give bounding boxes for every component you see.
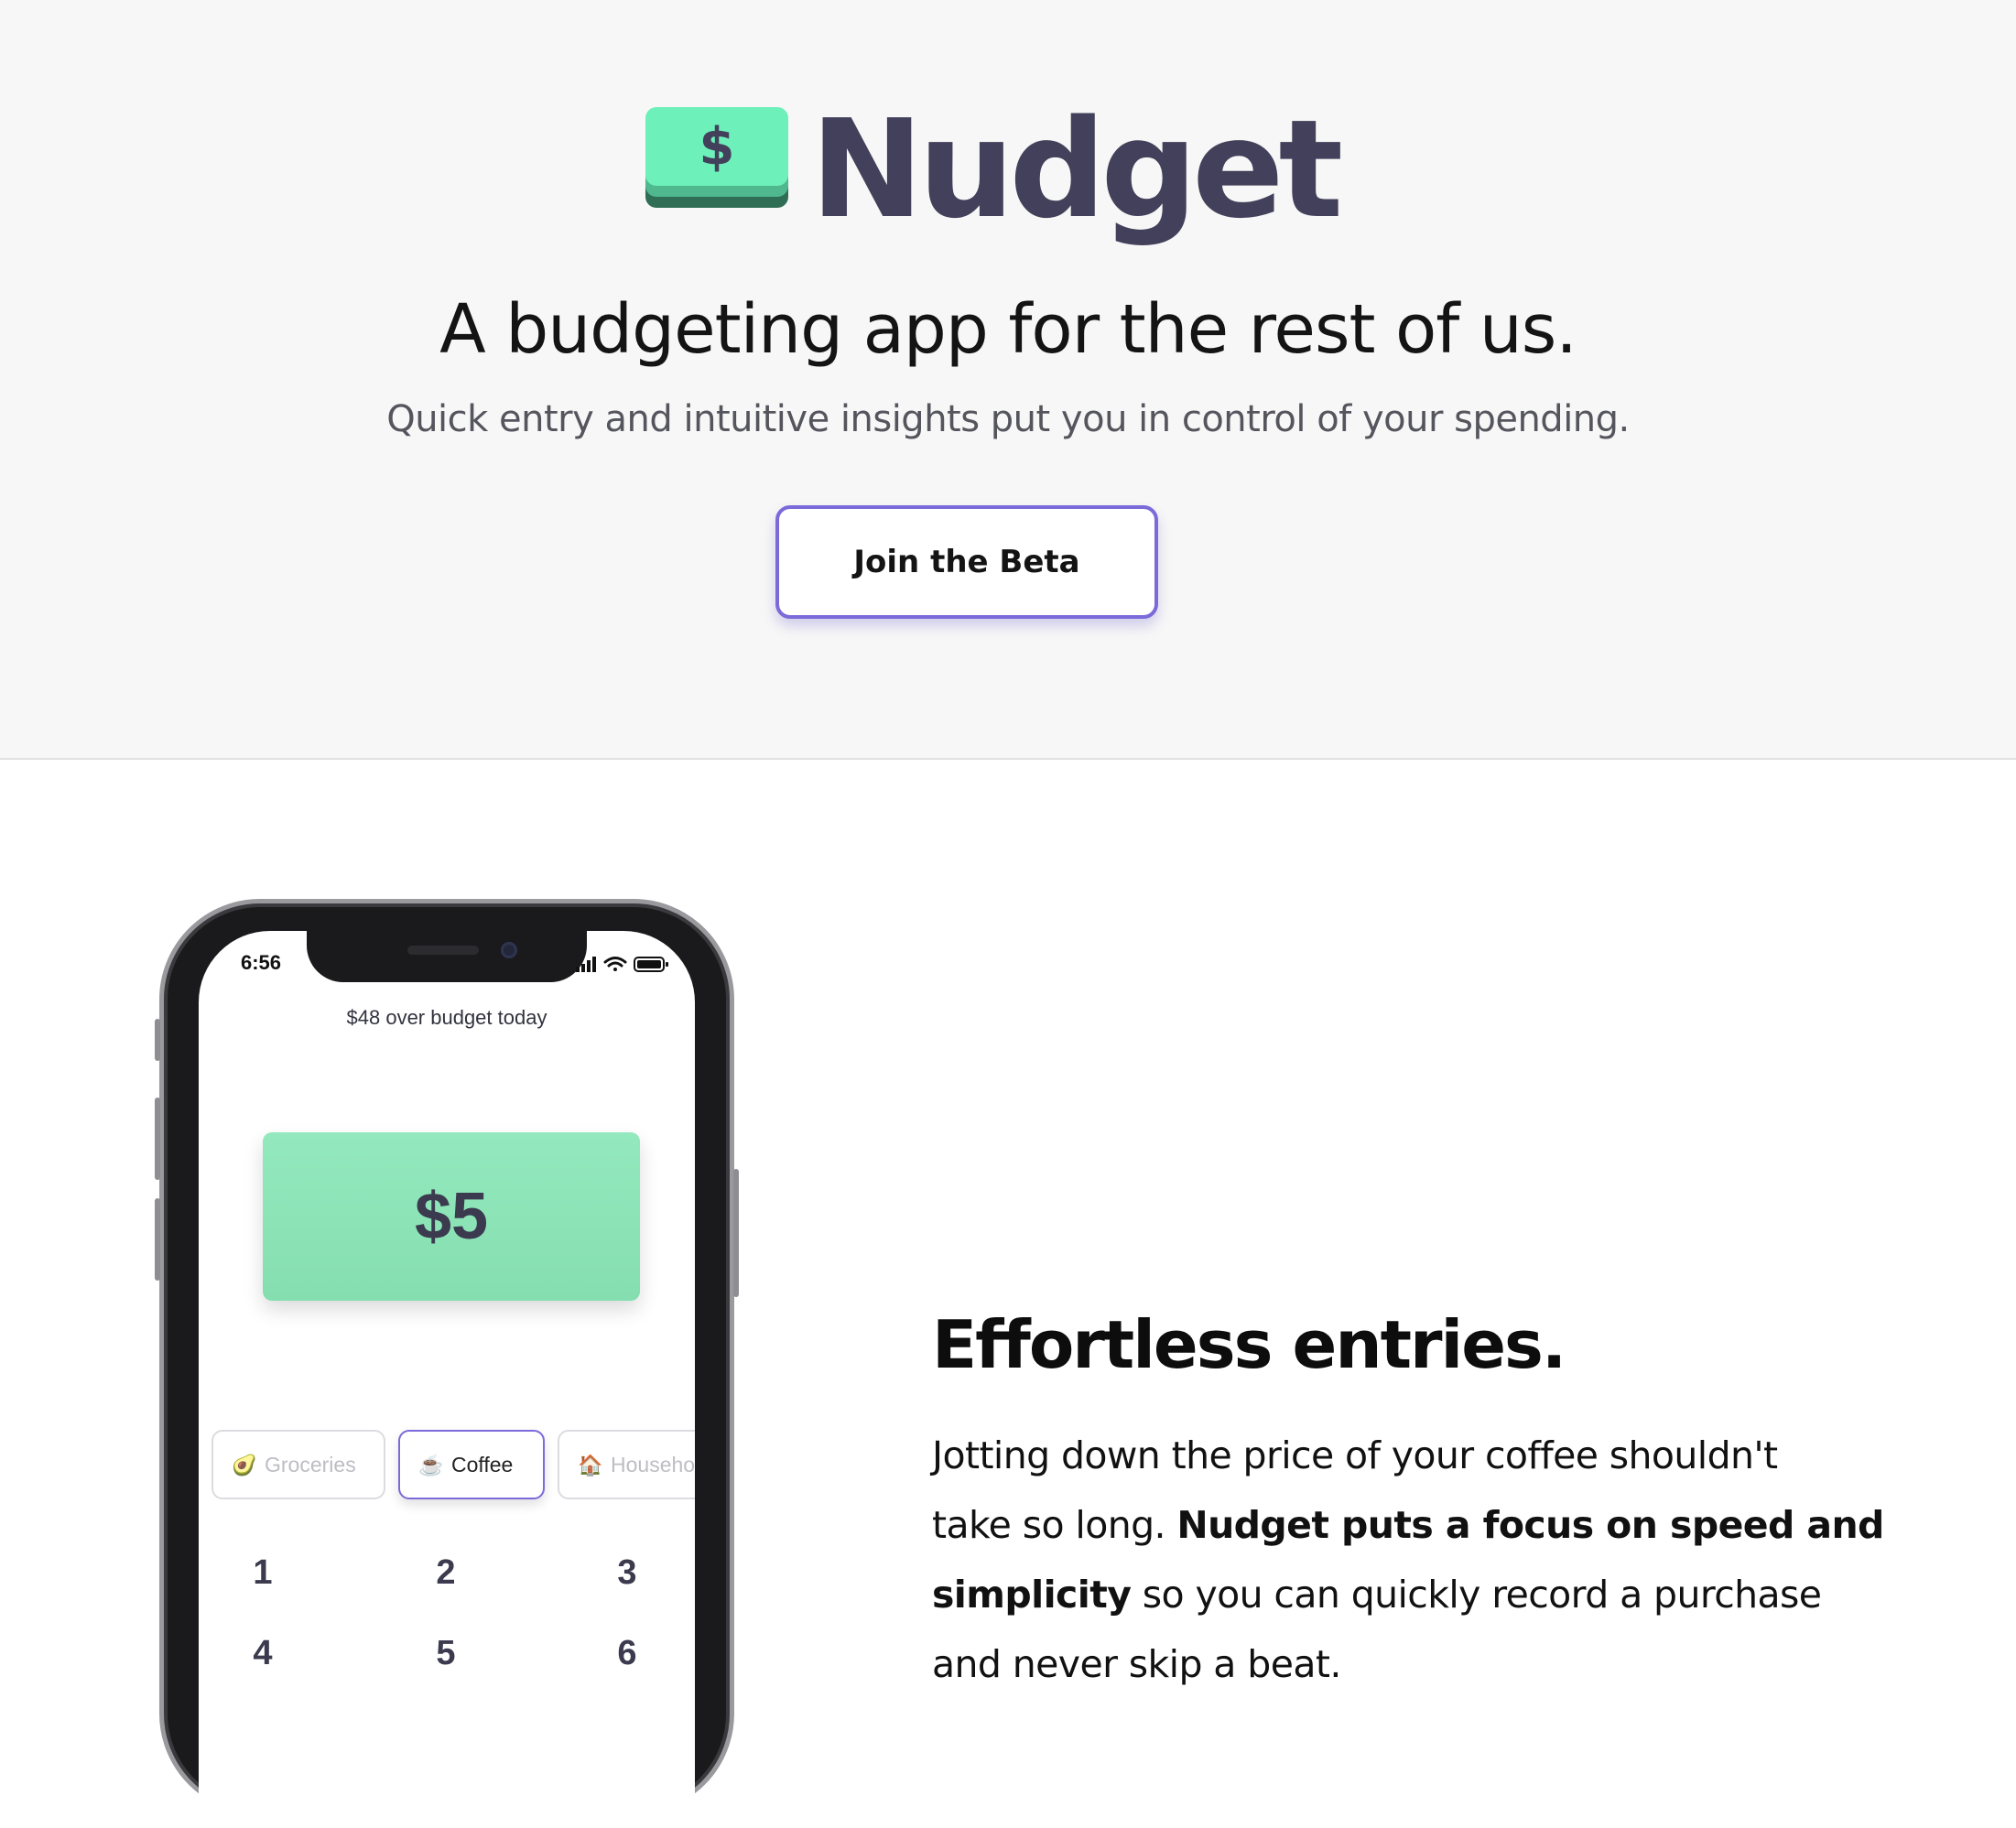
feature-section: 6:56 $48 over budget today $5 🥑 Grocerie… (0, 762, 2016, 1828)
logo[interactable]: $ Nudget (0, 92, 2016, 247)
status-icons (576, 957, 668, 972)
category-chip-coffee[interactable]: ☕ Coffee (398, 1430, 545, 1499)
phone-power-button (733, 1169, 739, 1297)
phone-screen: 6:56 $48 over budget today $5 🥑 Grocerie… (199, 931, 695, 1828)
join-beta-button[interactable]: Join the Beta (775, 505, 1158, 619)
feature-body-line-1: Jotting down the price of your coffee sh… (932, 1433, 1778, 1477)
brand-name: Nudget (810, 91, 1343, 248)
logo-dollar-sign: $ (699, 117, 735, 177)
signal-icon (576, 957, 596, 972)
keypad-key-3[interactable]: 3 (591, 1553, 664, 1593)
keypad-key-6[interactable]: 6 (591, 1634, 664, 1673)
feature-description: Jotting down the price of your coffee sh… (932, 1421, 1967, 1699)
feature-body-line-3: simplicity so you can quickly record a p… (932, 1560, 1967, 1629)
camera-icon (501, 942, 517, 958)
battery-icon (634, 957, 668, 972)
speaker-grille (407, 946, 479, 955)
tagline: A budgeting app for the rest of us. (439, 290, 1577, 369)
category-label: Household (611, 1453, 695, 1476)
house-icon: 🏠 (578, 1454, 603, 1476)
category-label: Coffee (451, 1453, 514, 1476)
feature-body-text: so you can quickly record a purchase (1131, 1573, 1822, 1617)
keypad-key-1[interactable]: 1 (226, 1553, 299, 1593)
money-stack-icon: $ (645, 107, 788, 208)
phone-side-button (155, 1019, 160, 1061)
wifi-icon (603, 957, 627, 971)
avocado-icon: 🥑 (232, 1454, 257, 1476)
phone-notch (307, 931, 587, 982)
coffee-icon: ☕ (418, 1454, 444, 1476)
category-chip-groceries[interactable]: 🥑 Groceries (211, 1430, 385, 1499)
phone-volume-up-button (155, 1098, 160, 1180)
phone-volume-down-button (155, 1198, 160, 1281)
keypad-key-4[interactable]: 4 (226, 1634, 299, 1673)
feature-title: Effortless entries. (932, 1306, 1566, 1383)
keypad-key-5[interactable]: 5 (409, 1634, 482, 1673)
status-time: 6:56 (241, 951, 282, 974)
amount-display[interactable]: $5 (263, 1132, 640, 1301)
category-label: Groceries (265, 1453, 356, 1476)
keypad-key-2[interactable]: 2 (409, 1553, 482, 1593)
feature-body-text: take so long. (932, 1503, 1177, 1547)
feature-body-emphasis: Nudget puts a focus on speed and (1176, 1503, 1884, 1547)
category-chip-household[interactable]: 🏠 Household (558, 1430, 695, 1499)
phone-mockup: 6:56 $48 over budget today $5 🥑 Grocerie… (155, 899, 739, 1828)
feature-body-line-4: and never skip a beat. (932, 1642, 1341, 1686)
feature-body-emphasis: simplicity (932, 1573, 1132, 1617)
budget-status: $48 over budget today (346, 1006, 547, 1029)
hero-section: $ Nudget A budgeting app for the rest of… (0, 0, 2016, 760)
subtagline: Quick entry and intuitive insights put y… (386, 398, 1630, 440)
feature-body-line-2: take so long. Nudget puts a focus on spe… (932, 1490, 1967, 1560)
